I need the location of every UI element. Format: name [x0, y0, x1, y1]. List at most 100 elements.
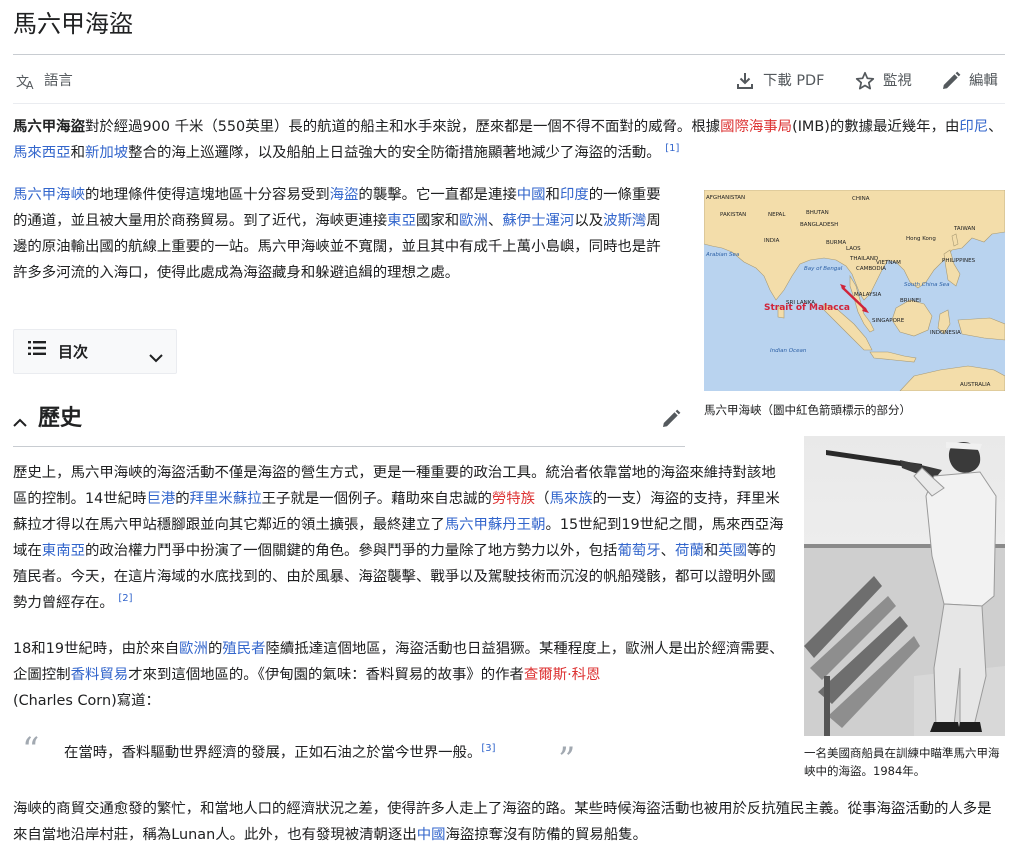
quote-text: 在當時，香料驅動世界經濟的發展，正如石油之於當今世界一般。	[64, 745, 482, 761]
link-persian-gulf[interactable]: 波斯灣	[603, 213, 646, 229]
h1-and-1: 和	[703, 543, 719, 559]
map-label-strait: Strait of Malacca	[764, 303, 850, 313]
map-label-brunei: BRUNEI	[900, 298, 921, 304]
link-europe[interactable]: 歐洲	[459, 213, 488, 229]
link-malaysia[interactable]: 馬來西亞	[13, 145, 71, 161]
link-portugal[interactable]: 葡萄牙	[617, 543, 660, 559]
ref-3[interactable]: [3]	[481, 743, 495, 754]
sailor-figure: 一名美國商船員在訓練中瞄準馬六甲海峽中的海盜。1984年。	[804, 436, 1005, 780]
section-history-heading[interactable]: 歷史	[13, 400, 685, 440]
ref-2[interactable]: [2]	[118, 593, 132, 604]
language-button[interactable]: 文 A 語言	[16, 66, 73, 96]
title-divider	[13, 54, 1005, 55]
strait-and-1: 和	[545, 187, 560, 203]
h2-text-2: 的	[207, 641, 223, 657]
history-paragraph-3: 海峽的商貿交通愈發的繁忙，和當地人口的經濟狀況之差，使得許多人走上了海盜的路。某…	[13, 796, 1005, 848]
download-pdf-label: 下載 PDF	[763, 73, 825, 89]
page-toolbar: 文 A 語言 下載 PDF 監視 編輯	[13, 66, 1005, 96]
link-pirate[interactable]: 海盜	[330, 187, 359, 203]
h1-text-3: 王子就是一個例子。藉助來自忠誠的	[261, 491, 492, 507]
map-label-taiwan: TAIWAN	[953, 226, 975, 232]
lead-bold-title: 馬六甲海盜	[13, 119, 85, 135]
link-southeast-asia[interactable]: 東南亞	[42, 543, 85, 559]
link-singapore[interactable]: 新加坡	[85, 145, 128, 161]
map-label-arabian-sea: Arabian Sea	[705, 252, 740, 258]
map-label-australia: AUSTRALIA	[960, 382, 991, 388]
toc-label: 目次	[58, 342, 89, 361]
map-figure: AFGHANISTAN CHINA PAKISTAN NEPAL BHUTAN …	[704, 190, 1005, 419]
link-suez[interactable]: 蘇伊士運河	[502, 213, 574, 229]
h2-text-4: 才來到這個地區的。《伊甸園的氣味：香料貿易的故事》的作者	[128, 667, 524, 683]
chevron-down-icon	[149, 346, 163, 372]
lead-and-1: 和	[70, 145, 85, 161]
map-label-pakistan: PAKISTAN	[720, 212, 746, 218]
history-paragraph-1: 歷史上，馬六甲海峽的海盜活動不僅是海盜的營生方式，更是一種重要的政治工具。統治者…	[13, 460, 785, 616]
lead-paragraph: 馬六甲海盜對於經過900 千米（550英里）長的航道的船主和水手來說，歷來都是一…	[13, 114, 1005, 166]
watch-label: 監視	[883, 73, 912, 89]
link-parameswara[interactable]: 拜里米蘇拉	[190, 491, 262, 507]
pencil-icon[interactable]	[661, 409, 681, 438]
toolbar-divider	[13, 103, 1005, 104]
h2-text-5: (Charles Corn)寫道：	[13, 693, 160, 709]
map-label-indonesia: INDONESIA	[930, 330, 961, 336]
link-europe-2[interactable]: 歐洲	[179, 641, 208, 657]
map-label-india: INDIA	[764, 238, 780, 244]
toc-toggle[interactable]: 目次	[13, 329, 177, 374]
link-charles-corn[interactable]: 查爾斯·科恩	[524, 667, 601, 683]
link-sultanate[interactable]: 馬六甲蘇丹王朝	[445, 517, 546, 533]
lead-text-2: (IMB)的數據最近幾年，由	[792, 119, 960, 135]
strait-map-image[interactable]: AFGHANISTAN CHINA PAKISTAN NEPAL BHUTAN …	[704, 190, 1005, 391]
link-india[interactable]: 印度	[560, 187, 589, 203]
page-title: 馬六甲海盜	[13, 10, 133, 38]
map-label-bhutan: BHUTAN	[806, 210, 829, 216]
sailor-photo[interactable]	[804, 436, 1005, 736]
blockquote: “ 在當時，香料驅動世界經濟的發展，正如石油之於當今世界一般。[3] ”	[13, 730, 593, 780]
section-title: 歷史	[38, 405, 83, 431]
edit-label: 編輯	[969, 73, 998, 89]
strait-text-4: 國家和	[415, 213, 460, 229]
map-caption: 馬六甲海峽（圖中紅色箭頭標示的部分）	[704, 403, 911, 417]
map-label-bay-of-bengal: Bay of Bengal	[804, 266, 843, 272]
link-china[interactable]: 中國	[517, 187, 546, 203]
h1-text-2: 的	[175, 491, 190, 507]
link-strait[interactable]: 馬六甲海峽	[13, 187, 85, 203]
h2-text-1: 18和19世紀時，由於來自	[13, 641, 180, 657]
strait-paragraph: 馬六甲海峽的地理條件使得這塊地區十分容易受到海盜的襲擊。它一直都是連接中國和印度…	[13, 182, 673, 286]
link-orang-laut[interactable]: 勞特族	[492, 491, 535, 507]
link-imb[interactable]: 國際海事局	[720, 119, 792, 135]
pencil-icon	[941, 71, 961, 91]
quote-text-wrap: 在當時，香料驅動世界經濟的發展，正如石油之於當今世界一般。[3]	[64, 740, 496, 766]
download-pdf-button[interactable]: 下載 PDF	[735, 66, 824, 96]
star-icon	[855, 71, 875, 91]
map-label-laos: LAOS	[846, 246, 861, 252]
strait-text-1: 的地理條件使得這塊地區十分容易受到	[84, 187, 330, 203]
link-malay[interactable]: 馬來族	[549, 491, 592, 507]
link-netherlands[interactable]: 荷蘭	[675, 543, 704, 559]
link-indonesia[interactable]: 印尼	[959, 119, 988, 135]
watch-button[interactable]: 監視	[855, 66, 912, 96]
map-label-philippines: PHILIPPINES	[942, 258, 976, 264]
edit-button[interactable]: 編輯	[941, 66, 998, 96]
map-label-indian-ocean: Indian Ocean	[770, 348, 807, 354]
strait-text-2: 的襲擊。它一直都是連接	[358, 187, 517, 203]
link-east-asia[interactable]: 東亞	[387, 213, 416, 229]
map-label-hongkong: Hong Kong	[906, 236, 936, 242]
chevron-up-icon[interactable]	[13, 412, 27, 438]
map-label-nepal: NEPAL	[768, 212, 786, 218]
map-label-burma: BURMA	[826, 240, 846, 246]
link-spice-trade[interactable]: 香料貿易	[71, 667, 129, 683]
lead-text-3: 整合的海上巡邏隊，以及船舶上日益強大的安全防衛措施顯著地減少了海盜的活動。	[128, 145, 661, 161]
lead-text-1: 對於經過900 千米（550英里）長的航道的船主和水手來說，歷來都是一個不得不面…	[84, 119, 721, 135]
link-britain[interactable]: 英國	[718, 543, 747, 559]
map-label-cambodia: CAMBODIA	[856, 266, 886, 272]
link-palembang[interactable]: 巨港	[146, 491, 175, 507]
list-icon	[28, 339, 46, 365]
ref-1[interactable]: [1]	[665, 143, 679, 154]
map-label-bangladesh: BANGLADESH	[800, 222, 838, 228]
h3-text-2: 海盜掠奪沒有防備的貿易船隻。	[445, 827, 647, 843]
section-divider	[13, 446, 685, 447]
link-china-2[interactable]: 中國	[417, 827, 446, 843]
h1-text-4: （	[535, 491, 550, 507]
link-colonist[interactable]: 殖民者	[222, 641, 265, 657]
language-label: 語言	[44, 73, 73, 89]
